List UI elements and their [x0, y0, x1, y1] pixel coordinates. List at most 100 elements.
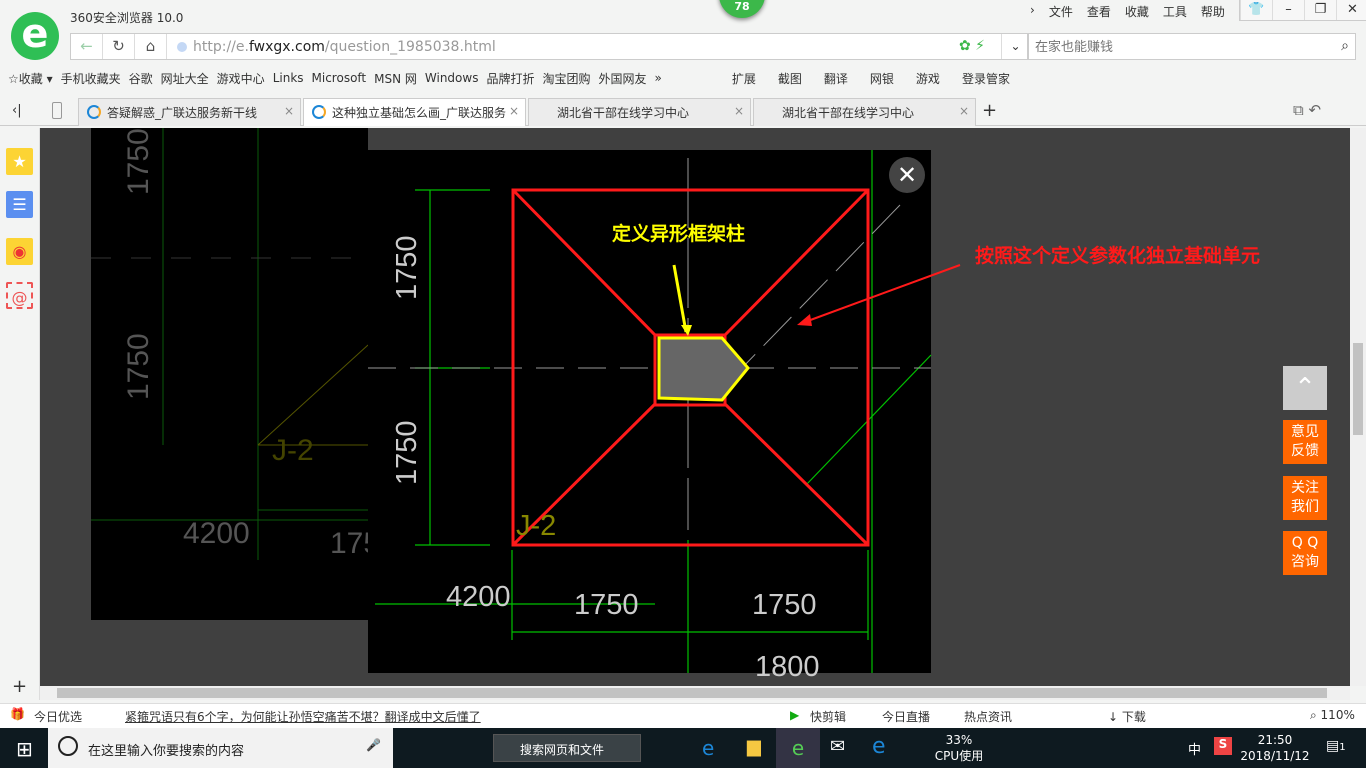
ext-bank[interactable]: 网银 — [870, 70, 894, 87]
close-viewer-button[interactable]: ✕ — [889, 157, 925, 193]
vertical-scrollbar[interactable] — [1350, 128, 1366, 686]
bookmark-links[interactable]: Links — [273, 71, 304, 85]
annotation-column: 定义异形框架柱 — [612, 222, 745, 245]
zoom-level[interactable]: ⌕ 110% — [1310, 708, 1355, 723]
close-window-button[interactable]: ✕ — [1336, 0, 1366, 20]
bookmark-msn[interactable]: MSN 网 — [374, 70, 417, 87]
browser-search[interactable]: 搜索网页和文件 — [493, 734, 641, 762]
favorites-star-icon[interactable]: ★ — [6, 148, 33, 175]
dim-bottom: 1800 — [755, 651, 820, 683]
search-icon[interactable]: ⌕ — [1341, 38, 1349, 54]
bookmark-games[interactable]: 游戏中心 — [217, 70, 265, 87]
image-viewer-overlay: 1750 1750 4200 175 J-2 1750 1750 4200 17… — [40, 128, 1350, 686]
close-tab-icon[interactable]: × — [509, 104, 519, 118]
close-tab-icon[interactable]: × — [284, 104, 294, 118]
notification-icon[interactable]: ▤1 — [1326, 738, 1346, 754]
status-clip[interactable]: 快剪辑 — [810, 708, 846, 725]
ie-icon — [312, 105, 326, 119]
bookmark-microsoft[interactable]: Microsoft — [312, 71, 367, 85]
sidebar-toggle-icon[interactable]: ‹| — [12, 103, 22, 118]
bookmark-windows[interactable]: Windows — [425, 71, 479, 85]
bookmark-foreign[interactable]: 外国网友 — [599, 70, 647, 87]
menu-tools[interactable]: 工具 — [1163, 3, 1187, 20]
window-controls: 👕 – ❐ ✕ — [1239, 0, 1366, 21]
mobile-icon[interactable] — [52, 102, 62, 119]
360-browser-taskbar-icon[interactable]: e — [776, 728, 820, 768]
tab-3[interactable]: 湖北省干部在线学习中心 × — [528, 98, 751, 126]
bookmark-mobile[interactable]: 手机收藏夹 — [61, 70, 121, 87]
weibo-icon[interactable]: ◉ — [6, 238, 33, 265]
mail-taskbar-icon[interactable]: ✉ — [830, 736, 845, 757]
mail-icon[interactable]: @ — [6, 282, 33, 309]
dropdown-icon[interactable]: ⌄ — [1001, 34, 1029, 59]
news-icon[interactable]: ☰ — [6, 191, 33, 218]
tab-4[interactable]: 湖北省干部在线学习中心 × — [753, 98, 976, 126]
qq-button[interactable]: Q Q 咨询 — [1283, 531, 1327, 575]
refresh-button[interactable]: ↻ — [103, 34, 135, 59]
browser-logo: e — [11, 12, 59, 60]
skin-icon[interactable]: 👕 — [1240, 0, 1272, 20]
home-button[interactable]: ⌂ — [135, 34, 167, 59]
menu-favorites[interactable]: 收藏 — [1125, 3, 1149, 20]
url-text[interactable]: http://e.fwxgx.com/question_1985038.html — [193, 39, 496, 55]
bg-dim-v2: 1750 — [122, 333, 155, 400]
cpu-meter: 33% CPU使用 — [934, 733, 984, 763]
edge-taskbar-icon[interactable]: e — [872, 734, 886, 759]
back-to-top-button[interactable]: ⌃ — [1283, 366, 1327, 410]
close-tab-icon[interactable]: × — [959, 104, 969, 118]
cortana-icon — [58, 736, 78, 756]
tab-2[interactable]: 这种独立基础怎么画_广联达服务 × — [303, 98, 526, 126]
app-title: 360安全浏览器 10.0 — [70, 11, 184, 25]
add-sidebar-button[interactable]: + — [12, 676, 27, 697]
search-input[interactable] — [1029, 34, 1319, 58]
gift-icon: 🎁 — [10, 707, 25, 721]
sogou-icon[interactable]: S — [1214, 737, 1232, 755]
menu-chevron-icon[interactable]: › — [1030, 3, 1035, 20]
follow-button[interactable]: 关注 我们 — [1283, 476, 1327, 520]
menu-view[interactable]: 查看 — [1087, 3, 1111, 20]
today-picks[interactable]: 今日优选 — [34, 708, 82, 725]
speed-icon[interactable]: ✿ ⚡ — [959, 38, 985, 54]
address-bar[interactable]: ← ↻ ⌂ http://e.fwxgx.com/question_198503… — [70, 33, 1028, 60]
tab-1[interactable]: 答疑解惑_广联达服务新干线 × — [78, 98, 301, 126]
bg-dim-left: 4200 — [183, 517, 250, 550]
dim-v2: 1750 — [391, 420, 423, 485]
ime-indicator[interactable]: 中 — [1188, 739, 1201, 758]
search-box[interactable]: ⌕ — [1028, 33, 1356, 60]
bookmark-brand[interactable]: 品牌打折 — [486, 70, 534, 87]
news-link[interactable]: 紧箍咒语只有6个字，为何能让孙悟空痛苦不堪？翻译成中文后懂了 — [125, 708, 481, 725]
sidebar: ★ ☰ ◉ @ + — [0, 128, 40, 700]
status-download[interactable]: ↓ 下载 — [1108, 708, 1146, 725]
back-button[interactable]: ← — [71, 34, 103, 59]
bookmark-favorites[interactable]: ☆收藏 ▾ — [8, 70, 53, 87]
ext-translate[interactable]: 翻译 — [824, 70, 848, 87]
restore-tabs-icon[interactable]: ⧉ ↶ — [1293, 101, 1321, 119]
status-live[interactable]: 今日直播 — [882, 708, 930, 725]
feedback-button[interactable]: 意见 反馈 — [1283, 420, 1327, 464]
minimize-button[interactable]: – — [1272, 0, 1304, 20]
new-tab-button[interactable]: + — [982, 100, 997, 121]
annotation-base: 按照这个定义参数化独立基础单元 — [975, 244, 1260, 267]
taskbar-search[interactable]: 在这里输入你要搜索的内容 🎤 — [48, 728, 393, 768]
maximize-button[interactable]: ❐ — [1304, 0, 1336, 20]
bookmark-more[interactable]: » — [655, 71, 662, 85]
ext-extensions[interactable]: 扩展 — [732, 70, 756, 87]
tab-bar: ‹| 答疑解惑_广联达服务新干线 × 这种独立基础怎么画_广联达服务 × 湖北省干部… — [0, 98, 1366, 126]
dim-left: 4200 — [446, 581, 511, 613]
bookmark-taobao[interactable]: 淘宝团购 — [542, 70, 590, 87]
bookmark-sites[interactable]: 网址大全 — [161, 70, 209, 87]
ext-screenshot[interactable]: 截图 — [778, 70, 802, 87]
folder-taskbar-icon[interactable]: ▆ — [747, 736, 761, 757]
status-hot[interactable]: 热点资讯 — [964, 708, 1012, 725]
close-tab-icon[interactable]: × — [734, 104, 744, 118]
ie-taskbar-icon[interactable]: e — [702, 736, 714, 760]
horizontal-scrollbar[interactable] — [40, 686, 1350, 700]
windows-start-icon[interactable]: ⊞ — [16, 737, 33, 761]
menu-help[interactable]: 帮助 — [1201, 3, 1225, 20]
bookmark-google[interactable]: 谷歌 — [129, 70, 153, 87]
ext-login[interactable]: 登录管家 — [962, 70, 1010, 87]
menu-file[interactable]: 文件 — [1049, 3, 1073, 20]
clip-icon: ▶ — [790, 708, 800, 722]
ext-game[interactable]: 游戏 — [916, 70, 940, 87]
clock[interactable]: 21:50 2018/11/12 — [1240, 732, 1310, 764]
